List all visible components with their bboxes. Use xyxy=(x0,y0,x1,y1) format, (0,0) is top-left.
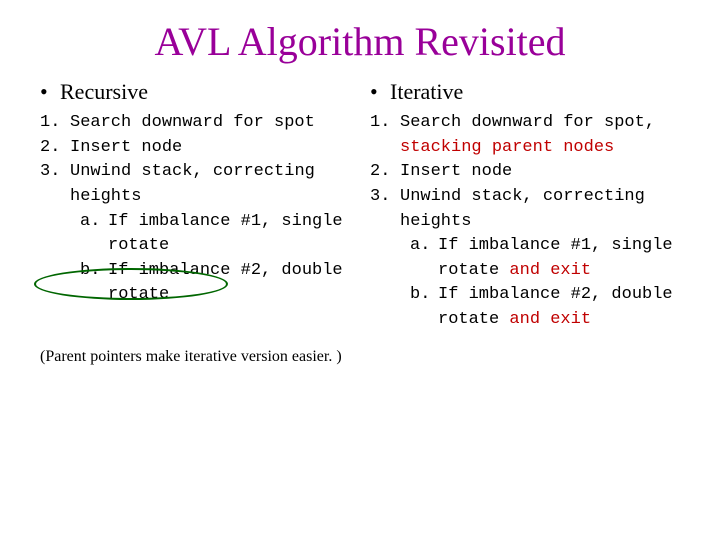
text-part: Search downward for spot, xyxy=(400,113,655,132)
item-text: If imbalance #1, single rotate and exit xyxy=(438,234,680,283)
list-item: b. If imbalance #2, double rotate xyxy=(80,259,350,308)
list-item: a. If imbalance #1, single rotate xyxy=(80,210,350,259)
item-number: 2. xyxy=(370,160,400,185)
left-list: 1. Search downward for spot 2. Insert no… xyxy=(40,111,350,308)
item-text: If imbalance #1, single rotate xyxy=(108,210,350,259)
list-item: 1. Search downward for spot xyxy=(40,111,350,136)
columns-container: Recursive 1. Search downward for spot 2.… xyxy=(0,79,720,382)
text-part: Unwind xyxy=(70,162,141,181)
item-text: Unwind stack, correcting heights a. If i… xyxy=(400,185,680,333)
highlight-text: and exit xyxy=(509,310,591,329)
item-letter: b. xyxy=(80,259,108,308)
item-text: Insert node xyxy=(70,136,350,161)
list-item: 3. Unwind stack, correcting heights a. I… xyxy=(40,160,350,308)
item-text: Insert node xyxy=(400,160,680,185)
list-item: a. If imbalance #1, single rotate and ex… xyxy=(410,234,680,283)
slide-title: AVL Algorithm Revisited xyxy=(0,18,720,65)
circled-word: stack xyxy=(141,162,192,181)
item-letter: b. xyxy=(410,283,438,332)
list-item: 2. Insert node xyxy=(370,160,680,185)
item-text: If imbalance #2, double rotate xyxy=(108,259,350,308)
item-number: 1. xyxy=(40,111,70,136)
item-text: Search downward for spot xyxy=(70,111,350,136)
item-text: Search downward for spot, stacking paren… xyxy=(400,111,680,160)
item-number: 3. xyxy=(40,160,70,308)
left-heading: Recursive xyxy=(40,79,350,105)
left-column: Recursive 1. Search downward for spot 2.… xyxy=(40,79,360,382)
item-number: 2. xyxy=(40,136,70,161)
footnote: (Parent pointers make iterative version … xyxy=(40,348,350,366)
list-item: 1. Search downward for spot, stacking pa… xyxy=(370,111,680,160)
item-letter: a. xyxy=(80,210,108,259)
text-part: Unwind stack, correcting heights xyxy=(400,187,645,231)
right-column: Iterative 1. Search downward for spot, s… xyxy=(360,79,680,382)
highlight-text: and exit xyxy=(509,261,591,280)
list-item: 2. Insert node xyxy=(40,136,350,161)
item-number: 3. xyxy=(370,185,400,333)
highlight-text: stacking parent nodes xyxy=(400,138,614,157)
item-text: If imbalance #2, double rotate and exit xyxy=(438,283,680,332)
right-heading: Iterative xyxy=(370,79,680,105)
list-item: b. If imbalance #2, double rotate and ex… xyxy=(410,283,680,332)
right-list: 1. Search downward for spot, stacking pa… xyxy=(370,111,680,333)
list-item: 3. Unwind stack, correcting heights a. I… xyxy=(370,185,680,333)
item-number: 1. xyxy=(370,111,400,160)
item-text: Unwind stack, correcting heights a. If i… xyxy=(70,160,350,308)
item-letter: a. xyxy=(410,234,438,283)
